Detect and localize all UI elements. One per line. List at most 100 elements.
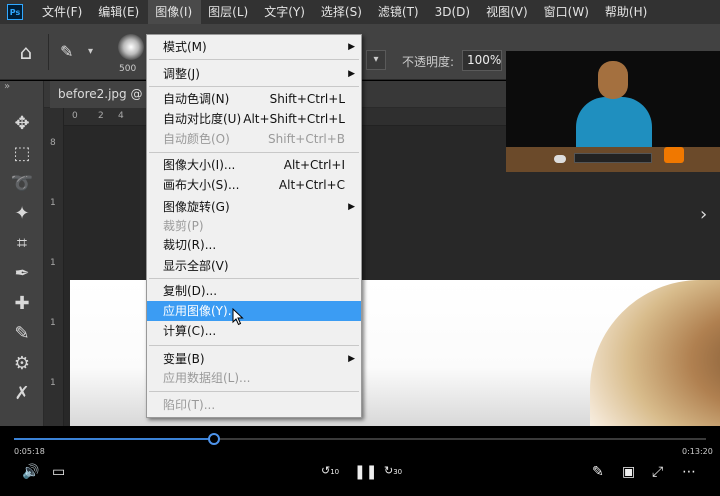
menu-item-calculations[interactable]: 计算(C)... bbox=[147, 321, 361, 341]
menu-item-apply-image[interactable]: 应用图像(Y)... bbox=[147, 301, 361, 321]
menu-item-variables[interactable]: 变量(B) ▶ bbox=[147, 349, 361, 369]
history-brush-tool-icon[interactable]: ✗ bbox=[8, 381, 36, 407]
mini-view-icon[interactable]: ▣ bbox=[622, 464, 635, 480]
ruler-tick-label: 1 bbox=[50, 378, 56, 388]
submenu-arrow-icon: ▶ bbox=[348, 69, 355, 79]
collapse-panel-icon[interactable]: » bbox=[4, 81, 10, 92]
menu-item-label: 图像旋转(G) bbox=[163, 200, 230, 214]
submenu-arrow-icon: ▶ bbox=[348, 354, 355, 364]
menu-item-duplicate[interactable]: 复制(D)... bbox=[147, 281, 361, 301]
brush-tool-icon[interactable]: ✎ bbox=[60, 42, 73, 61]
brush-tool-icon[interactable]: ✎ bbox=[8, 321, 36, 347]
keyboard bbox=[574, 153, 652, 163]
menu-item-label: 陷印(T)... bbox=[163, 398, 216, 412]
menu-filter[interactable]: 滤镜(T) bbox=[371, 0, 428, 24]
presenter-head bbox=[598, 61, 628, 99]
menu-item-label: 画布大小(S)... bbox=[163, 178, 240, 192]
more-options-icon[interactable]: ⋯ bbox=[682, 464, 696, 480]
edit-pencil-icon[interactable]: ✎ bbox=[592, 464, 604, 480]
move-tool-icon[interactable]: ✥ bbox=[8, 111, 36, 137]
menu-item-canvas-size[interactable]: 画布大小(S)... Alt+Ctrl+C bbox=[147, 175, 361, 195]
menu-item-label: 变量(B) bbox=[163, 352, 205, 366]
image-hair-region bbox=[590, 280, 720, 426]
marquee-tool-icon[interactable]: ⬚ bbox=[8, 141, 36, 167]
home-icon[interactable]: ⌂ bbox=[10, 37, 42, 67]
presenter-webcam bbox=[506, 51, 720, 172]
subtitles-icon[interactable]: ▭ bbox=[52, 464, 65, 480]
divider bbox=[48, 34, 49, 70]
menu-separator bbox=[149, 152, 359, 153]
menu-item-label: 裁切(R)... bbox=[163, 238, 217, 252]
rewind-seconds-label: 10 bbox=[330, 468, 340, 476]
menu-window[interactable]: 窗口(W) bbox=[537, 0, 598, 24]
ruler-tick-label: 8 bbox=[50, 138, 56, 148]
seek-bar-thumb[interactable] bbox=[207, 433, 220, 445]
document-tab[interactable]: before2.jpg @ bbox=[50, 81, 150, 108]
menu-item-auto-contrast[interactable]: 自动对比度(U) Alt+Shift+Ctrl+L bbox=[147, 109, 361, 129]
menu-item-label: 自动色调(N) bbox=[163, 92, 230, 106]
eyedropper-tool-icon[interactable]: ✒ bbox=[8, 261, 36, 287]
seek-bar-progress bbox=[14, 438, 215, 440]
mug bbox=[664, 147, 684, 163]
menu-item-label: 自动对比度(U) bbox=[163, 112, 242, 126]
menu-item-shortcut: Alt+Ctrl+I bbox=[283, 158, 345, 172]
menu-item-trim[interactable]: 裁切(R)... bbox=[147, 235, 361, 255]
forward-seconds-label: 30 bbox=[393, 468, 403, 476]
menu-item-image-rotation[interactable]: 图像旋转(G) ▶ bbox=[147, 197, 361, 217]
menu-item-label: 裁剪(P) bbox=[163, 219, 204, 233]
menu-separator bbox=[149, 59, 359, 60]
menu-separator bbox=[149, 345, 359, 346]
image-menu-dropdown: 模式(M) ▶ 调整(J) ▶ 自动色调(N) Shift+Ctrl+L 自动对… bbox=[146, 34, 362, 418]
menu-item-auto-tone[interactable]: 自动色调(N) Shift+Ctrl+L bbox=[147, 89, 361, 109]
mode-dropdown[interactable]: ▾ bbox=[366, 50, 386, 70]
fullscreen-icon[interactable]: ⤢ bbox=[652, 464, 663, 480]
menu-item-apply-data-set: 应用数据组(L)... bbox=[147, 368, 361, 388]
menu-image[interactable]: 图像(I) bbox=[148, 0, 202, 24]
submenu-arrow-icon: ▶ bbox=[348, 42, 355, 52]
chevron-down-icon[interactable]: ▾ bbox=[88, 46, 93, 57]
menu-item-crop: 裁剪(P) bbox=[147, 216, 361, 236]
menu-item-adjustments[interactable]: 调整(J) ▶ bbox=[147, 64, 361, 84]
menu-item-reveal-all[interactable]: 显示全部(V) bbox=[147, 256, 361, 276]
menu-item-mode[interactable]: 模式(M) ▶ bbox=[147, 37, 361, 57]
ruler-tick-label: 1 bbox=[50, 198, 56, 208]
menu-help[interactable]: 帮助(H) bbox=[598, 0, 656, 24]
crop-tool-icon[interactable]: ⌗ bbox=[8, 231, 36, 257]
video-player-controls: 0:05:18 0:13:20 🔊 ▭ ↺10 ❚❚ ↻30 ✎ ▣ ⤢ ⋯ bbox=[0, 426, 720, 496]
menu-separator bbox=[149, 278, 359, 279]
menu-item-shortcut: Alt+Ctrl+C bbox=[278, 178, 345, 192]
menu-bar: Ps 文件(F) 编辑(E) 图像(I) 图层(L) 文字(Y) 选择(S) 滤… bbox=[0, 0, 720, 24]
ruler-tick-label: 1 bbox=[50, 258, 56, 268]
menu-item-image-size[interactable]: 图像大小(I)... Alt+Ctrl+I bbox=[147, 155, 361, 175]
menu-view[interactable]: 视图(V) bbox=[479, 0, 537, 24]
quick-selection-tool-icon[interactable]: ✦ bbox=[8, 201, 36, 227]
menu-type[interactable]: 文字(Y) bbox=[257, 0, 314, 24]
volume-icon[interactable]: 🔊 bbox=[22, 464, 39, 480]
menu-item-auto-color: 自动颜色(O) Shift+Ctrl+B bbox=[147, 129, 361, 149]
forward-30-button[interactable]: ↻30 bbox=[384, 464, 402, 477]
pause-button[interactable]: ❚❚ bbox=[354, 464, 377, 480]
rewind-10-button[interactable]: ↺10 bbox=[321, 464, 339, 477]
ruler-tick-label: 1 bbox=[50, 318, 56, 328]
menu-3d[interactable]: 3D(D) bbox=[428, 0, 479, 24]
menu-select[interactable]: 选择(S) bbox=[314, 0, 371, 24]
chevron-right-icon[interactable]: › bbox=[700, 204, 707, 225]
tools-panel: » ✥ ⬚ ➰ ✦ ⌗ ✒ ✚ ✎ ⚙ ✗ bbox=[0, 81, 44, 426]
healing-brush-tool-icon[interactable]: ✚ bbox=[8, 291, 36, 317]
menu-edit[interactable]: 编辑(E) bbox=[91, 0, 148, 24]
lasso-tool-icon[interactable]: ➰ bbox=[8, 171, 36, 197]
opacity-label: 不透明度: bbox=[402, 55, 455, 69]
brush-size-value: 500 bbox=[119, 64, 137, 74]
menu-layer[interactable]: 图层(L) bbox=[201, 0, 257, 24]
ruler-tick-label: 2 bbox=[98, 111, 104, 121]
clone-stamp-tool-icon[interactable]: ⚙ bbox=[8, 351, 36, 377]
brush-preset-picker[interactable] bbox=[118, 34, 144, 60]
opacity-input[interactable]: 100% bbox=[462, 50, 502, 71]
menu-separator bbox=[149, 86, 359, 87]
menu-item-label: 自动颜色(O) bbox=[163, 132, 230, 146]
total-time: 0:13:20 bbox=[682, 447, 713, 456]
menu-file[interactable]: 文件(F) bbox=[35, 0, 91, 24]
menu-item-label: 应用数据组(L)... bbox=[163, 371, 251, 385]
menu-item-label: 模式(M) bbox=[163, 40, 207, 54]
photoshop-logo-icon: Ps bbox=[7, 4, 23, 20]
